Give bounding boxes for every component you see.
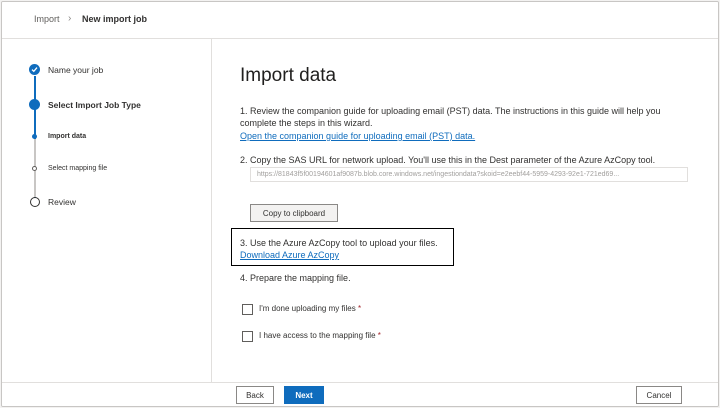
step1-text: 1. Review the companion guide for upload… bbox=[240, 106, 661, 128]
cancel-button[interactable]: Cancel bbox=[636, 386, 682, 404]
wizard-stepper: Name your job Select Import Job Type Imp… bbox=[2, 39, 212, 382]
step-current-icon bbox=[29, 99, 40, 110]
back-button[interactable]: Back bbox=[236, 386, 274, 404]
mapping-file-access-label: I have access to the mapping file * bbox=[259, 331, 381, 340]
page-title: Import data bbox=[240, 65, 337, 86]
step-name-your-job: Name your job bbox=[48, 65, 104, 75]
step4-text: 4. Prepare the mapping file. bbox=[240, 273, 351, 283]
substep-active-icon bbox=[32, 134, 37, 139]
mapping-file-access-checkbox[interactable] bbox=[242, 331, 253, 342]
step-pending-icon bbox=[30, 197, 40, 207]
companion-guide-link[interactable]: Open the companion guide for uploading e… bbox=[240, 131, 475, 141]
checkmark-icon bbox=[31, 67, 38, 73]
breadcrumb-current: New import job bbox=[82, 14, 147, 24]
substep-import-data: Import data bbox=[48, 133, 87, 140]
breadcrumb-import-link[interactable]: Import bbox=[34, 14, 60, 24]
wizard-window: Import › New import job Name your job Se… bbox=[1, 1, 719, 407]
done-uploading-label: I'm done uploading my files * bbox=[259, 304, 362, 313]
step3-text: 3. Use the Azure AzCopy tool to upload y… bbox=[240, 238, 438, 248]
main-content: Import data 1. Review the companion guid… bbox=[212, 39, 718, 382]
required-marker: * bbox=[377, 331, 381, 340]
chevron-right-icon: › bbox=[68, 13, 72, 24]
download-azcopy-link[interactable]: Download Azure AzCopy bbox=[240, 250, 339, 260]
next-button[interactable]: Next bbox=[284, 386, 324, 404]
step-review: Review bbox=[48, 197, 76, 207]
required-marker: * bbox=[357, 304, 362, 313]
breadcrumb: Import › New import job bbox=[2, 2, 718, 39]
step2-text: 2. Copy the SAS URL for network upload. … bbox=[240, 155, 656, 165]
step-select-import-job-type: Select Import Job Type bbox=[48, 100, 141, 110]
wizard-footer: Back Next Cancel bbox=[2, 382, 718, 406]
substep-select-mapping-file: Select mapping file bbox=[48, 165, 108, 172]
sas-url-field[interactable]: https://81843f5f00194601af9087b.blob.cor… bbox=[250, 167, 688, 182]
done-uploading-checkbox[interactable] bbox=[242, 304, 253, 315]
substep-pending-icon bbox=[32, 166, 37, 171]
copy-to-clipboard-button[interactable]: Copy to clipboard bbox=[250, 204, 338, 222]
step-completed-icon bbox=[29, 64, 40, 75]
